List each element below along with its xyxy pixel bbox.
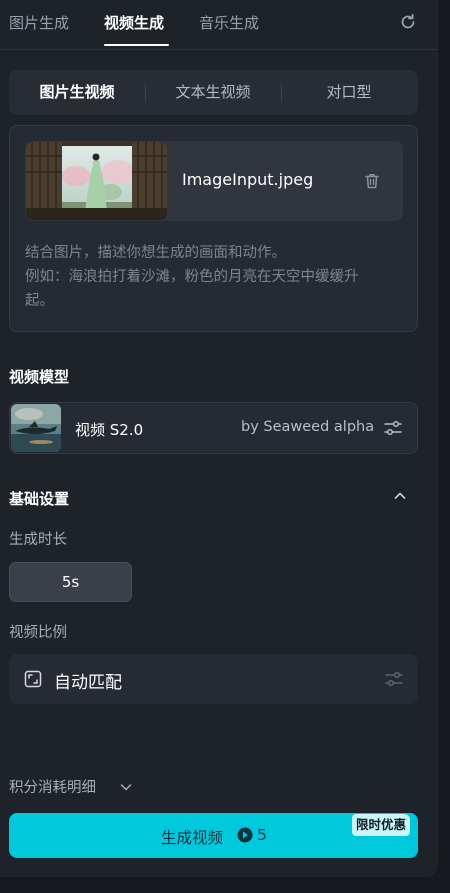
prompt-placeholder-line: 起。 [25,293,54,309]
input-card: ImageInput.jpeg 结合图片，描述你想生成的画面和动作。 例如：海浪… [9,125,418,332]
tab-music-generation[interactable]: 音乐生成 [199,12,259,33]
tab-image-generation[interactable]: 图片生成 [9,12,69,33]
chevron-up-icon[interactable] [392,488,408,504]
trash-icon[interactable] [362,171,382,191]
chevron-down-icon [120,784,132,791]
generate-video-button[interactable]: 生成视频 5 限时优惠 [9,813,418,858]
aspect-ratio-label: 视频比例 [9,625,67,641]
generate-button-label: 生成视频 [161,829,224,847]
aspect-ratio-value: 自动匹配 [54,673,122,693]
duration-label: 生成时长 [9,532,67,548]
mode-image-to-video[interactable]: 图片生视频 [9,70,145,115]
cost-details-toggle[interactable]: 积分消耗明细 [9,776,132,798]
mode-lip-sync[interactable]: 对口型 [281,70,417,115]
tab-video-generation[interactable]: 视频生成 [104,12,164,33]
aspect-ratio-icon [24,670,42,688]
uploaded-file[interactable]: ImageInput.jpeg [25,141,403,221]
generate-cost: 5 [257,826,267,844]
video-generation-panel: 图片生成 视频生成 音乐生成 图片生视频 文本生视频 对口型 ImageInpu… [0,0,438,877]
uploaded-image-thumbnail [26,142,167,220]
model-section-title: 视频模型 [9,368,70,386]
aspect-ratio-selector[interactable]: 自动匹配 [9,654,418,704]
duration-option-5s[interactable]: 5s [9,562,132,602]
model-name: 视频 S2.0 [75,421,144,439]
basic-settings-title: 基础设置 [9,490,70,508]
model-thumbnail [11,404,61,452]
prompt-placeholder-line: 结合图片，描述你想生成的画面和动作。 [25,245,286,261]
file-name: ImageInput.jpeg [182,170,314,189]
refresh-icon[interactable] [398,12,418,32]
mode-text-to-video[interactable]: 文本生视频 [145,70,281,115]
settings-sliders-icon[interactable] [383,418,403,438]
credit-icon [237,827,253,843]
prompt-placeholder-line: 例如：海浪拍打着沙滩，粉色的月亮在天空中缓缓升 [25,269,359,285]
settings-sliders-icon[interactable] [384,669,404,689]
cost-details-label: 积分消耗明细 [9,780,96,796]
model-provider: by Seaweed alpha [241,419,375,435]
promo-badge: 限时优惠 [352,814,411,836]
active-tab-indicator [104,44,169,46]
model-selector[interactable]: 视频 S2.0 by Seaweed alpha [9,402,418,454]
top-tab-bar: 图片生成 视频生成 音乐生成 [0,0,438,50]
prompt-input[interactable]: 结合图片，描述你想生成的画面和动作。 例如：海浪拍打着沙滩，粉色的月亮在天空中缓… [25,241,405,321]
generation-mode-switch: 图片生视频 文本生视频 对口型 [9,70,418,115]
